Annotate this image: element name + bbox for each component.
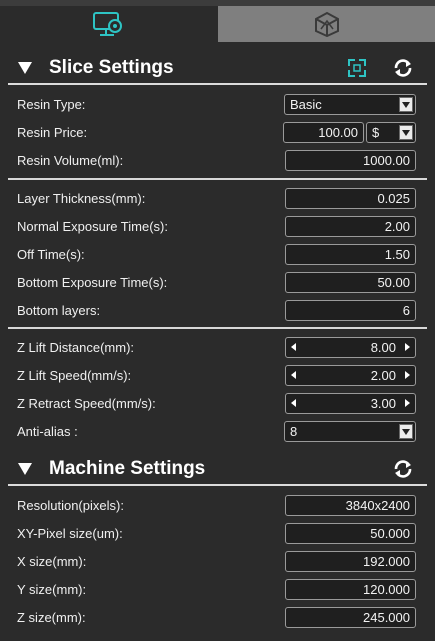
row-off-time: Off Time(s): 1.50: [0, 241, 435, 269]
row-resin-volume: Resin Volume(ml): 1000.00: [0, 147, 435, 175]
resolution-label: Resolution(pixels):: [17, 498, 124, 513]
z-retract-speed-value: 3.00: [370, 396, 396, 411]
collapse-triangle-icon[interactable]: [18, 463, 32, 475]
xy-pixel-size-value: 50.000: [370, 526, 410, 541]
row-bottom-exposure: Bottom Exposure Time(s): 50.00: [0, 269, 435, 297]
tab-bar: [0, 0, 435, 42]
row-resin-type: Resin Type: Basic: [0, 91, 435, 119]
x-size-value: 192.000: [363, 554, 410, 569]
resin-volume-input[interactable]: 1000.00: [285, 150, 416, 171]
y-size-input[interactable]: 120.000: [285, 579, 416, 600]
xy-pixel-size-input[interactable]: 50.000: [285, 523, 416, 544]
bottom-layers-input[interactable]: 6: [285, 300, 416, 321]
anti-alias-label: Anti-alias :: [17, 424, 78, 439]
bottom-exposure-input[interactable]: 50.00: [285, 272, 416, 293]
currency-value: $: [372, 125, 380, 140]
divider: [8, 327, 427, 329]
z-size-input[interactable]: 245.000: [285, 607, 416, 628]
z-size-label: Z size(mm):: [17, 610, 86, 625]
row-y-size: Y size(mm): 120.000: [0, 576, 435, 604]
decrement-arrow-icon[interactable]: [291, 343, 296, 351]
normal-exposure-input[interactable]: 2.00: [285, 216, 416, 237]
tab-slice-settings[interactable]: [0, 6, 216, 42]
printer-cube-icon: [314, 11, 339, 37]
layer-thickness-label: Layer Thickness(mm):: [17, 191, 146, 206]
row-z-size: Z size(mm): 245.000: [0, 604, 435, 632]
currency-select[interactable]: $: [366, 122, 416, 143]
increment-arrow-icon[interactable]: [405, 399, 410, 407]
resolution-value: 3840x2400: [345, 498, 410, 513]
x-size-input[interactable]: 192.000: [285, 551, 416, 572]
normal-exposure-value: 2.00: [384, 219, 410, 234]
increment-arrow-icon[interactable]: [405, 343, 410, 351]
bottom-layers-value: 6: [402, 303, 410, 318]
bottom-exposure-label: Bottom Exposure Time(s):: [17, 275, 168, 290]
resin-price-input[interactable]: 100.00: [283, 122, 364, 143]
y-size-label: Y size(mm):: [17, 582, 87, 597]
resin-volume-label: Resin Volume(ml):: [17, 153, 124, 168]
resin-price-value: 100.00: [318, 125, 358, 140]
row-z-retract-speed: Z Retract Speed(mm/s): 3.00: [0, 390, 435, 418]
section-underline: [8, 83, 427, 85]
row-resin-price: Resin Price: 100.00 $: [0, 119, 435, 147]
normal-exposure-label: Normal Exposure Time(s):: [17, 219, 168, 234]
divider: [8, 178, 427, 180]
row-anti-alias: Anti-alias : 8: [0, 418, 435, 446]
monitor-gear-icon: [93, 12, 122, 36]
bottom-exposure-value: 50.00: [377, 275, 410, 290]
chevron-down-icon[interactable]: [399, 125, 413, 140]
slice-settings-header[interactable]: Slice Settings: [0, 51, 435, 85]
xy-pixel-size-label: XY-Pixel size(um):: [17, 526, 123, 541]
machine-settings-title: Machine Settings: [49, 458, 206, 479]
row-layer-thickness: Layer Thickness(mm): 0.025: [0, 185, 435, 213]
slice-settings-title: Slice Settings: [49, 57, 174, 78]
layer-thickness-value: 0.025: [377, 191, 410, 206]
z-lift-speed-spinbox[interactable]: 2.00: [285, 365, 416, 386]
machine-settings-header[interactable]: Machine Settings: [0, 452, 435, 486]
x-size-label: X size(mm):: [17, 554, 87, 569]
z-retract-speed-label: Z Retract Speed(mm/s):: [17, 396, 156, 411]
chevron-down-icon[interactable]: [399, 424, 413, 439]
refresh-icon[interactable]: [392, 458, 414, 480]
decrement-arrow-icon[interactable]: [291, 399, 296, 407]
row-z-lift-speed: Z Lift Speed(mm/s): 2.00: [0, 362, 435, 390]
increment-arrow-icon[interactable]: [405, 371, 410, 379]
expand-corners-icon[interactable]: [346, 57, 368, 79]
z-lift-distance-label: Z Lift Distance(mm):: [17, 340, 135, 355]
resin-type-select[interactable]: Basic: [284, 94, 416, 115]
row-normal-exposure: Normal Exposure Time(s): 2.00: [0, 213, 435, 241]
row-resolution: Resolution(pixels): 3840x2400: [0, 492, 435, 520]
refresh-icon[interactable]: [392, 57, 414, 79]
collapse-triangle-icon[interactable]: [18, 62, 32, 74]
off-time-value: 1.50: [384, 247, 410, 262]
z-lift-distance-value: 8.00: [370, 340, 396, 355]
chevron-down-icon[interactable]: [399, 97, 413, 112]
anti-alias-value: 8: [290, 424, 298, 439]
bottom-layers-label: Bottom layers:: [17, 303, 101, 318]
z-lift-speed-label: Z Lift Speed(mm/s):: [17, 368, 132, 383]
resin-price-label: Resin Price:: [17, 125, 88, 140]
z-retract-speed-spinbox[interactable]: 3.00: [285, 393, 416, 414]
off-time-input[interactable]: 1.50: [285, 244, 416, 265]
row-xy-pixel-size: XY-Pixel size(um): 50.000: [0, 520, 435, 548]
row-z-lift-distance: Z Lift Distance(mm): 8.00: [0, 334, 435, 362]
anti-alias-select[interactable]: 8: [284, 421, 416, 442]
resin-volume-value: 1000.00: [363, 153, 410, 168]
decrement-arrow-icon[interactable]: [291, 371, 296, 379]
resolution-input[interactable]: 3840x2400: [285, 495, 416, 516]
resin-type-label: Resin Type:: [17, 97, 86, 112]
resin-type-value: Basic: [290, 97, 322, 112]
y-size-value: 120.000: [363, 582, 410, 597]
z-lift-speed-value: 2.00: [370, 368, 396, 383]
tab-machine-settings[interactable]: [218, 6, 435, 42]
row-bottom-layers: Bottom layers: 6: [0, 297, 435, 325]
off-time-label: Off Time(s):: [17, 247, 85, 262]
section-underline: [8, 484, 427, 486]
z-lift-distance-spinbox[interactable]: 8.00: [285, 337, 416, 358]
row-x-size: X size(mm): 192.000: [0, 548, 435, 576]
z-size-value: 245.000: [363, 610, 410, 625]
layer-thickness-input[interactable]: 0.025: [285, 188, 416, 209]
